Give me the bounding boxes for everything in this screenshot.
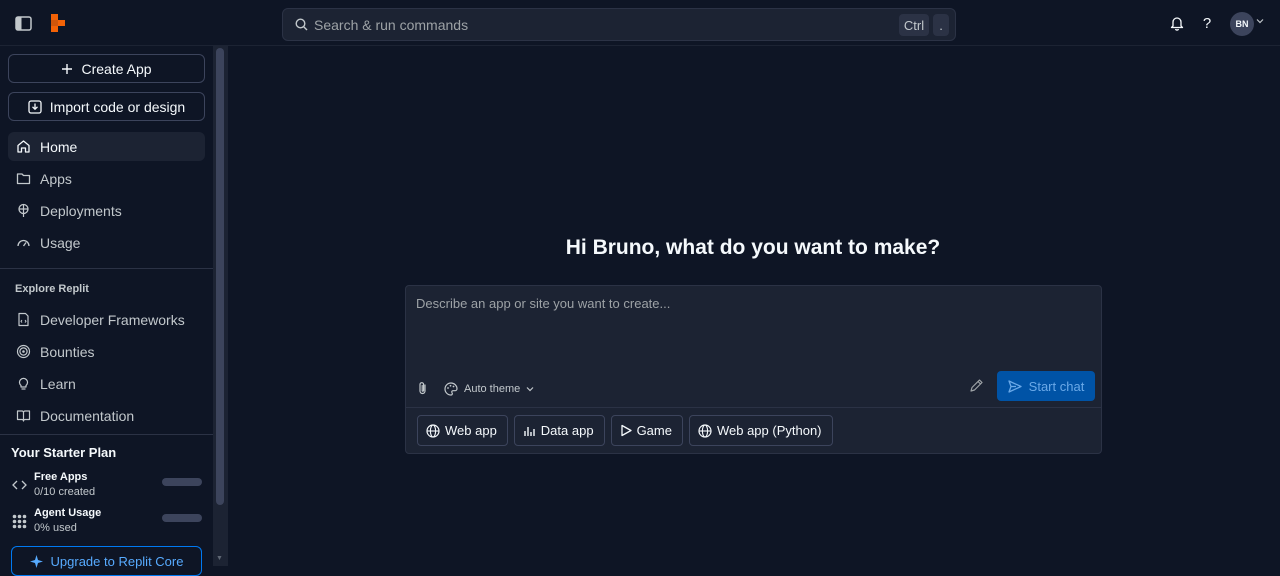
free-apps-count: 0/10 created [34, 486, 96, 498]
free-apps-progress-bar [162, 478, 202, 486]
agent-usage-percent: 0% used [34, 522, 77, 534]
sidebar-item-label: Usage [40, 234, 81, 251]
chip-web-app[interactable]: Web app [417, 415, 508, 446]
sidebar-item-deployments[interactable]: Deployments [8, 196, 205, 225]
sidebar-item-usage[interactable]: Usage [8, 228, 205, 257]
import-label: Import code or design [49, 98, 186, 115]
sidebar-item-apps[interactable]: Apps [8, 164, 205, 193]
send-icon [1008, 379, 1022, 393]
sidebar-item-label: Documentation [40, 407, 135, 424]
sidebar-divider [0, 268, 213, 269]
page-title: Hi Bruno, what do you want to make? [565, 236, 941, 259]
command-search[interactable]: Search & run commands Ctrl . [282, 8, 956, 41]
search-icon [295, 18, 308, 31]
replit-logo-icon[interactable] [48, 13, 68, 33]
start-chat-label: Start chat [1028, 378, 1085, 394]
suggestion-chips: Web app Data app Game Web app (Python) [417, 415, 833, 446]
play-icon [620, 424, 632, 437]
prompt-input[interactable] [406, 286, 1101, 366]
sidebar-item-documentation[interactable]: Documentation [8, 401, 205, 430]
sidebar-item-label: Bounties [40, 343, 95, 360]
bounties-icon [16, 344, 31, 359]
chip-web-app-python[interactable]: Web app (Python) [688, 415, 833, 446]
sidebar-item-label: Apps [40, 170, 72, 187]
folder-icon [16, 173, 31, 185]
sidebar-item-learn[interactable]: Learn [8, 369, 205, 398]
sidebar-item-home[interactable]: Home [8, 132, 205, 161]
paperclip-icon[interactable] [416, 381, 429, 396]
shortcut-ctrl-key: Ctrl [899, 14, 929, 36]
free-apps-title: Free Apps [34, 471, 88, 483]
frameworks-icon [18, 312, 29, 327]
composer-divider [406, 407, 1101, 408]
plan-title: Your Starter Plan [11, 445, 117, 460]
scrollbar-thumb[interactable] [216, 48, 224, 505]
theme-label: Auto theme [464, 383, 521, 395]
import-icon [28, 99, 42, 114]
search-placeholder: Search & run commands [314, 16, 469, 33]
plan-free-apps: Free Apps 0/10 created [11, 470, 206, 500]
agent-grid-icon [11, 513, 27, 529]
help-icon[interactable]: ? [1197, 13, 1217, 33]
explore-section-title: Explore Replit [15, 283, 89, 295]
upgrade-button[interactable]: Upgrade to Replit Core [11, 546, 202, 576]
chip-label: Web app (Python) [716, 423, 822, 438]
sidebar-divider [0, 434, 213, 435]
sidebar-item-label: Learn [40, 375, 76, 392]
plus-icon [62, 63, 73, 74]
palette-icon [444, 382, 458, 396]
chip-game[interactable]: Game [610, 415, 683, 446]
shortcut-period-key: . [933, 14, 949, 36]
avatar[interactable]: BN [1230, 12, 1254, 36]
sidebar: Create App Import code or design Home Ap… [0, 46, 213, 576]
create-app-button[interactable]: Create App [8, 54, 205, 83]
book-icon [16, 410, 31, 422]
main-content: Hi Bruno, what do you want to make? Auto… [228, 46, 1280, 566]
sidebar-item-label: Home [40, 138, 78, 155]
notifications-bell-icon[interactable] [1167, 13, 1187, 33]
lightbulb-icon [18, 377, 29, 390]
deployments-icon [18, 203, 29, 217]
bar-chart-icon [524, 427, 535, 436]
chip-label: Game [636, 423, 672, 438]
home-icon [17, 140, 30, 153]
create-app-label: Create App [81, 60, 152, 77]
chip-label: Data app [540, 423, 594, 438]
sidebar-toggle-icon[interactable] [13, 13, 33, 33]
upgrade-label: Upgrade to Replit Core [50, 553, 184, 569]
plan-agent-usage: Agent Usage 0% used [11, 506, 206, 536]
sidebar-item-label: Deployments [40, 202, 122, 219]
sidebar-scrollbar[interactable]: ▼ [213, 46, 228, 566]
chevron-down-icon [526, 387, 534, 392]
prompt-composer: Auto theme Start chat Web app Data app G… [405, 285, 1102, 454]
top-bar: Search & run commands Ctrl . ? BN [0, 0, 1280, 46]
gauge-icon [17, 239, 30, 247]
sidebar-item-developer-frameworks[interactable]: Developer Frameworks [8, 305, 205, 334]
scroll-down-arrow-icon[interactable]: ▼ [216, 555, 223, 562]
import-button[interactable]: Import code or design [8, 92, 205, 121]
pen-icon[interactable] [969, 378, 984, 393]
agent-usage-progress-bar [162, 514, 202, 522]
chip-label: Web app [445, 423, 497, 438]
sidebar-item-bounties[interactable]: Bounties [8, 337, 205, 366]
chevron-down-icon[interactable] [1256, 18, 1264, 24]
sidebar-item-label: Developer Frameworks [40, 311, 185, 328]
theme-selector[interactable]: Auto theme [444, 382, 534, 396]
agent-usage-title: Agent Usage [34, 507, 102, 519]
chip-data-app[interactable]: Data app [513, 415, 605, 446]
globe-icon [698, 423, 712, 438]
code-brackets-icon [11, 477, 27, 493]
globe-icon [426, 423, 440, 438]
start-chat-button[interactable]: Start chat [997, 371, 1095, 401]
